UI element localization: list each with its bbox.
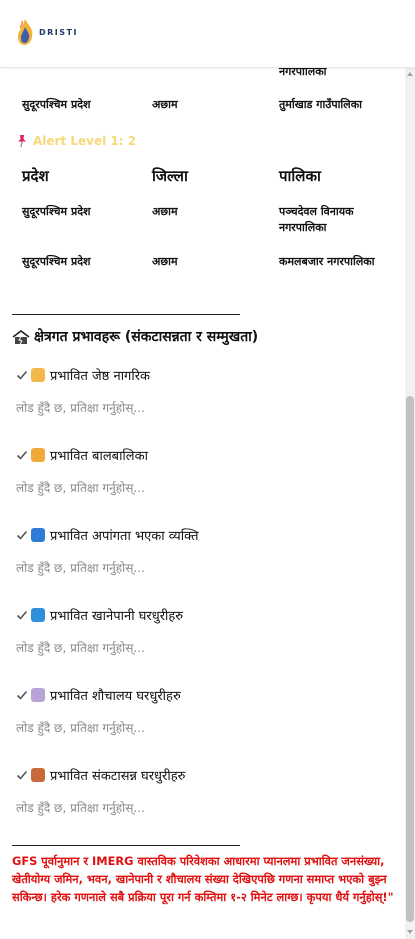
flame-drop-icon bbox=[18, 19, 33, 45]
impact-item[interactable]: प्रभावित खानेपानी घरधुरीहरु bbox=[16, 606, 183, 624]
impact-item-label: प्रभावित जेष्ठ नागरिक bbox=[50, 369, 151, 384]
impact-item-label: प्रभावित बालबालिका bbox=[50, 449, 148, 464]
palika-cell: कमलबजार नगरपालिका bbox=[279, 255, 375, 268]
checkmark-icon bbox=[16, 609, 28, 621]
pushpin-icon bbox=[18, 135, 26, 148]
pradesh-cell: सुदूरपश्चिम प्रदेश bbox=[22, 98, 91, 111]
loading-text: लोड हुँदै छ, प्रतिक्षा गर्नुहोस्... bbox=[16, 801, 145, 815]
jilla-cell: अछाम bbox=[152, 255, 178, 268]
table-row: सुदूरपश्चिम प्रदेश अछाम पञ्चदेवल विनायक … bbox=[22, 204, 402, 236]
impact-item-label: प्रभावित अपांगता भएका व्यक्ति bbox=[50, 529, 199, 544]
impact-item[interactable]: प्रभावित बालबालिका bbox=[16, 446, 148, 464]
impact-item[interactable]: प्रभावित संकटासन्न घरधुरीहरु bbox=[16, 766, 185, 784]
loading-text: लोड हुँदै छ, प्रतिक्षा गर्नुहोस्... bbox=[16, 561, 145, 575]
divider bbox=[12, 845, 240, 846]
alert-level-label: Alert Level 1: 2 bbox=[15, 134, 136, 148]
impact-item[interactable]: प्रभावित शौचालय घरधुरीहरु bbox=[16, 686, 181, 704]
header-jilla: जिल्ला bbox=[152, 167, 188, 185]
scroll-down-arrow-icon[interactable] bbox=[407, 930, 413, 934]
checkmark-icon bbox=[16, 689, 28, 701]
loading-text: लोड हुँदै छ, प्रतिक्षा गर्नुहोस्... bbox=[16, 481, 145, 495]
jilla-cell: अछाम bbox=[152, 205, 178, 218]
scrollbar-thumb[interactable] bbox=[406, 396, 414, 922]
water-icon bbox=[31, 608, 45, 622]
table-header: प्रदेश जिल्ला पालिका bbox=[22, 166, 402, 186]
app-header: DRISTI bbox=[0, 0, 415, 68]
scroll-up-arrow-icon[interactable] bbox=[407, 72, 413, 76]
wheelchair-icon bbox=[31, 528, 45, 542]
child-icon bbox=[31, 448, 45, 462]
header-palika: पालिका bbox=[279, 167, 321, 185]
impact-item-label: प्रभावित संकटासन्न घरधुरीहरु bbox=[50, 769, 186, 784]
divider bbox=[12, 314, 240, 315]
table-row: सुदूरपश्चिम प्रदेश अछाम तुर्माखाड गाउँपा… bbox=[22, 97, 402, 113]
section-title: क्षेत्रगत प्रभावहरू (संकटासन्नता र सम्मु… bbox=[12, 327, 258, 346]
impact-item[interactable]: प्रभावित अपांगता भएका व्यक्ति bbox=[16, 526, 199, 544]
checkmark-icon bbox=[16, 369, 28, 381]
checkmark-icon bbox=[16, 769, 28, 781]
elderly-icon bbox=[31, 368, 45, 382]
loading-text: लोड हुँदै छ, प्रतिक्षा गर्नुहोस्... bbox=[16, 721, 145, 735]
pradesh-cell: सुदूरपश्चिम प्रदेश bbox=[22, 205, 91, 218]
palika-cell: तुर्माखाड गाउँपालिका bbox=[279, 98, 363, 111]
impact-item[interactable]: प्रभावित जेष्ठ नागरिक bbox=[16, 366, 150, 384]
logo-text: DRISTI bbox=[39, 27, 78, 37]
checkmark-icon bbox=[16, 449, 28, 461]
info-note: GFS पूर्वानुमान र IMERG वास्तविक परिवेशक… bbox=[12, 854, 394, 904]
loading-text: लोड हुँदै छ, प्रतिक्षा गर्नुहोस्... bbox=[16, 401, 145, 415]
table-row: सुदूरपश्चिम प्रदेश अछाम कमलबजार नगरपालिक… bbox=[22, 254, 402, 270]
alert-level-text: Alert Level 1: 2 bbox=[33, 134, 137, 148]
dristi-logo[interactable]: DRISTI bbox=[14, 8, 98, 56]
palika-cell: पञ्चदेवल विनायक नगरपालिका bbox=[279, 205, 354, 234]
header-pradesh: प्रदेश bbox=[22, 167, 49, 185]
toilet-icon bbox=[31, 688, 45, 702]
impact-item-label: प्रभावित खानेपानी घरधुरीहरु bbox=[50, 609, 184, 624]
impact-item-label: प्रभावित शौचालय घरधुरीहरु bbox=[50, 689, 181, 704]
loading-text: लोड हुँदै छ, प्रतिक्षा गर्नुहोस्... bbox=[16, 641, 145, 655]
pradesh-cell: सुदूरपश्चिम प्रदेश bbox=[22, 255, 91, 268]
jilla-cell: अछाम bbox=[152, 98, 178, 111]
checkmark-icon bbox=[16, 529, 28, 541]
section-title-text: क्षेत्रगत प्रभावहरू (संकटासन्नता र सम्मु… bbox=[34, 329, 259, 345]
house-crack-icon bbox=[12, 329, 30, 344]
house-icon bbox=[31, 768, 45, 782]
